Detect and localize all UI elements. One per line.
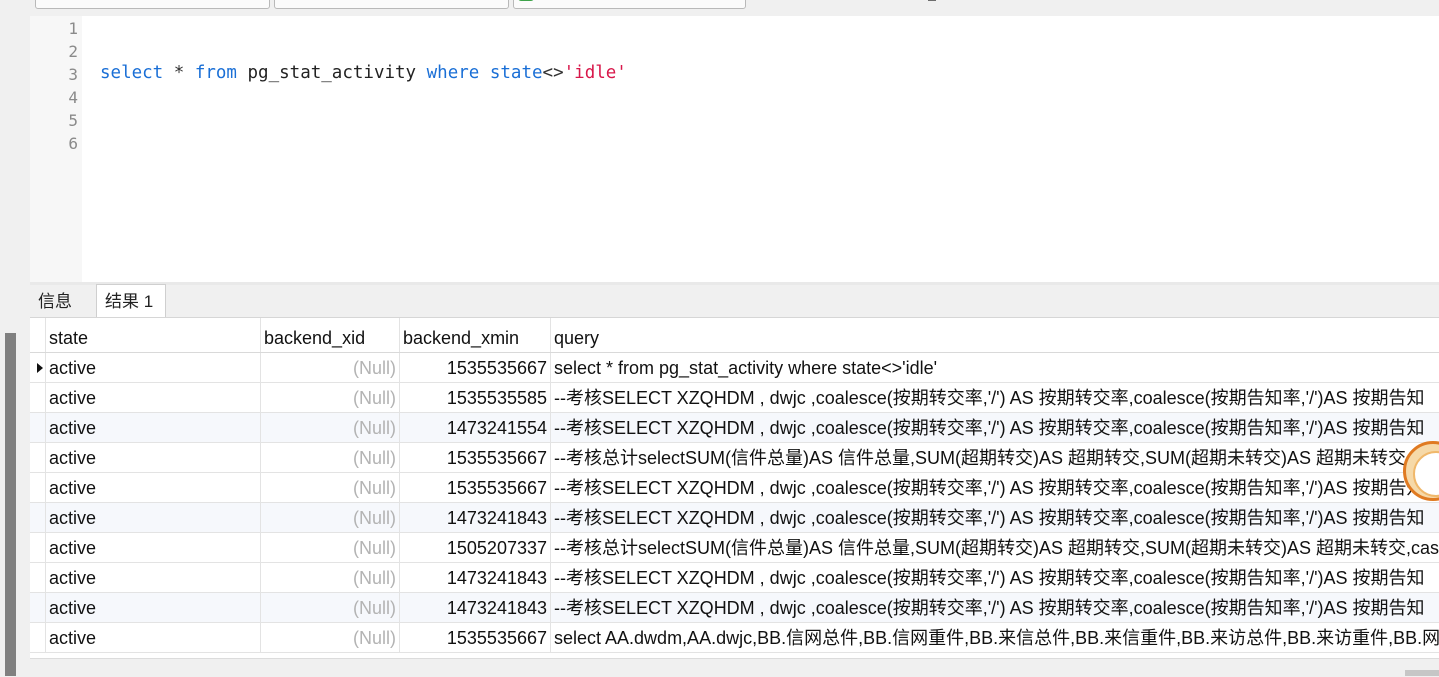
cell-state[interactable]: active [46,593,261,622]
line-number: 2 [68,42,78,61]
cell-backend-xid[interactable]: (Null) [261,503,400,532]
row-selector[interactable] [30,443,46,472]
cell-query[interactable]: --考核SELECT XZQHDM , dwjc ,coalesce(按期转交率… [551,473,1439,502]
cell-state[interactable]: active [46,533,261,562]
table-row[interactable]: active (Null) 1535535667 select AA.dwdm,… [30,623,1439,653]
sql-star: * [163,63,195,83]
line-number: 1 [68,19,78,38]
cell-backend-xmin[interactable]: 1535535667 [400,443,551,472]
row-selector[interactable] [30,593,46,622]
table-row[interactable]: active (Null) 1535535585 --考核SELECT XZQH… [30,383,1439,413]
table-row[interactable]: active (Null) 1473241843 --考核SELECT XZQH… [30,563,1439,593]
left-panel-scrollbar[interactable] [5,333,16,676]
cell-backend-xid[interactable]: (Null) [261,473,400,502]
row-pointer-icon [37,363,43,373]
cell-backend-xmin[interactable]: 1535535585 [400,383,551,412]
sql-column-name: state [479,63,543,83]
query-tab-3[interactable] [513,0,746,9]
grid-header-row: state backend_xid backend_xmin query [30,318,1439,353]
cell-query[interactable]: select AA.dwdm,AA.dwjc,BB.信网总件,BB.信网重件,B… [551,623,1439,652]
cell-backend-xmin[interactable]: 1535535667 [400,473,551,502]
cell-query[interactable]: --考核SELECT XZQHDM , dwjc ,coalesce(按期转交率… [551,383,1439,412]
cell-query[interactable]: select * from pg_stat_activity where sta… [551,353,1439,382]
assistant-badge-inner [1413,451,1439,497]
sql-statement[interactable]: select * from pg_stat_activity where sta… [100,62,627,85]
cell-query[interactable]: --考核SELECT XZQHDM , dwjc ,coalesce(按期转交率… [551,563,1439,592]
cell-state[interactable]: active [46,383,261,412]
row-selector[interactable] [30,473,46,502]
line-number: 4 [68,88,78,107]
row-selector[interactable] [30,383,46,412]
cell-state[interactable]: active [46,413,261,442]
cell-backend-xid[interactable]: (Null) [261,563,400,592]
cell-query[interactable]: --考核SELECT XZQHDM , dwjc ,coalesce(按期转交率… [551,413,1439,442]
cell-backend-xid[interactable]: (Null) [261,383,400,412]
cell-state[interactable]: active [46,443,261,472]
row-selector[interactable] [30,533,46,562]
cell-backend-xmin[interactable]: 1473241843 [400,593,551,622]
cell-backend-xid[interactable]: (Null) [261,623,400,652]
cell-backend-xid[interactable]: (Null) [261,413,400,442]
row-selector[interactable] [30,563,46,592]
sql-keyword-select: select [100,63,164,83]
row-selector[interactable] [30,623,46,652]
cell-query[interactable]: --考核SELECT XZQHDM , dwjc ,coalesce(按期转交率… [551,593,1439,622]
column-header-backend-xmin[interactable]: backend_xmin [400,318,551,352]
row-selector[interactable] [30,353,46,382]
column-header-state[interactable]: state [46,318,261,352]
cell-state[interactable]: active [46,473,261,502]
sql-keyword-from: from [194,63,237,83]
cell-state[interactable]: active [46,623,261,652]
grid-horizontal-scrollbar-track[interactable] [30,658,1439,677]
cell-state[interactable]: active [46,563,261,592]
line-number-gutter: 1 2 3 4 5 6 [30,16,82,282]
line-number: 6 [68,134,78,153]
row-selector[interactable] [30,503,46,532]
cell-query[interactable]: --考核SELECT XZQHDM , dwjc ,coalesce(按期转交率… [551,503,1439,532]
sql-operator: <> [542,63,564,83]
sql-editor[interactable]: 1 2 3 4 5 6 select * from pg_stat_activi… [30,16,1439,282]
grid-horizontal-scrollbar-thumb[interactable] [1405,670,1439,676]
cell-backend-xmin[interactable]: 1535535667 [400,353,551,382]
sql-table-name: pg_stat_activity [236,63,427,83]
column-header-backend-xid[interactable]: backend_xid [261,318,400,352]
cell-query[interactable]: --考核总计selectSUM(信件总量)AS 信件总量,SUM(超期转交)AS… [551,533,1439,562]
tab-result-1[interactable]: 结果 1 [96,284,166,317]
cell-query[interactable]: --考核总计selectSUM(信件总量)AS 信件总量,SUM(超期转交)AS… [551,443,1439,472]
cell-backend-xmin[interactable]: 1473241554 [400,413,551,442]
result-grid[interactable]: state backend_xid backend_xmin query act… [30,318,1439,658]
cell-state[interactable]: active [46,353,261,382]
table-row[interactable]: active (Null) 1505207337 --考核总计selectSUM… [30,533,1439,563]
table-row[interactable]: active (Null) 1473241843 --考核SELECT XZQH… [30,593,1439,623]
cell-backend-xmin[interactable]: 1473241843 [400,563,551,592]
tab-info[interactable]: 信息 [30,285,96,316]
sql-string-literal: 'idle' [563,63,627,83]
cell-backend-xid[interactable]: (Null) [261,443,400,472]
cell-backend-xid[interactable]: (Null) [261,593,400,622]
row-selector-header [30,318,46,352]
result-tab-bar: 信息 结果 1 [30,284,1439,318]
row-selector[interactable] [30,413,46,442]
table-row[interactable]: active (Null) 1473241843 --考核SELECT XZQH… [30,503,1439,533]
table-icon [518,0,534,1]
line-number: 3 [68,65,78,84]
query-tab-2[interactable] [274,0,509,9]
table-row[interactable]: active (Null) 1535535667 --考核总计selectSUM… [30,443,1439,473]
query-tab-strip [0,0,1439,16]
line-number: 5 [68,111,78,130]
window-control[interactable] [928,0,936,1]
cell-backend-xmin[interactable]: 1535535667 [400,623,551,652]
cell-backend-xmin[interactable]: 1473241843 [400,503,551,532]
cell-backend-xid[interactable]: (Null) [261,533,400,562]
table-row[interactable]: active (Null) 1473241554 --考核SELECT XZQH… [30,413,1439,443]
query-tab-1[interactable] [35,0,270,9]
cell-backend-xid[interactable]: (Null) [261,353,400,382]
table-row[interactable]: active (Null) 1535535667 select * from p… [30,353,1439,383]
table-row[interactable]: active (Null) 1535535667 --考核SELECT XZQH… [30,473,1439,503]
sql-keyword-where: where [426,63,480,83]
column-header-query[interactable]: query [551,318,1439,352]
cell-state[interactable]: active [46,503,261,532]
cell-backend-xmin[interactable]: 1505207337 [400,533,551,562]
